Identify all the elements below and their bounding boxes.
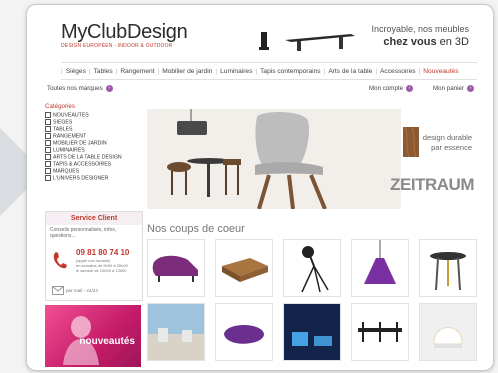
side-table-icon <box>430 252 466 291</box>
bullet-icon <box>45 118 51 125</box>
chevron-right-icon: › <box>406 85 414 92</box>
category-title: Catégories <box>45 103 75 110</box>
chevron-right-icon: › <box>466 85 474 92</box>
brands-dropdown[interactable]: Toutes nos marques › <box>47 85 113 92</box>
site-logo[interactable]: MyClubDesign <box>61 21 188 44</box>
hero-banner[interactable]: design durable par essence ZEITRAUM <box>147 109 477 209</box>
bullet-icon <box>45 174 51 181</box>
category-item[interactable]: NOUVEAUTES <box>45 112 141 119</box>
wood-grain-icon <box>403 127 419 157</box>
bullet-icon <box>45 167 51 174</box>
category-item[interactable]: MOBILIER DE JARDIN <box>45 139 141 147</box>
tripod-lamp-icon <box>301 246 329 293</box>
bench-icon <box>358 322 402 342</box>
category-item[interactable]: MARQUES <box>45 167 141 175</box>
banner-text-2: chez vous en 3D <box>383 36 469 48</box>
customer-service-box: Service Client Conseils personnalisés, i… <box>45 211 143 301</box>
coffee-table-icon <box>222 258 268 282</box>
glow-lamp-icon <box>420 304 476 360</box>
nav-item-accessoires[interactable]: Accessoires <box>377 68 419 75</box>
outdoor-chairs-icon <box>148 304 204 360</box>
service-title: Service Client <box>46 212 142 225</box>
category-item[interactable]: TAPIS & ACCESSOIRES <box>45 160 141 168</box>
zeitraum-furniture-image <box>147 109 401 209</box>
nav-item-mobilier-jardin[interactable]: Mobilier de jardin <box>159 68 215 75</box>
service-description: Conseils personnalisés, infos, questions… <box>50 227 117 239</box>
nav-item-sieges[interactable]: Sièges <box>63 68 89 75</box>
product-thumb-purple-pouf[interactable] <box>215 303 273 361</box>
hero-text-2: par essence <box>431 143 472 152</box>
service-hours: (appel non surtaxé) en semaine de 9h30 à… <box>76 258 128 273</box>
chevron-right-icon: › <box>105 85 113 92</box>
promo-label: nouveautés <box>79 336 135 347</box>
product-thumb-glow-lamp[interactable] <box>419 303 477 361</box>
nav-item-tables[interactable]: Tables <box>91 68 116 75</box>
mail-icon <box>52 286 64 295</box>
favorites-row-2 <box>147 303 477 361</box>
product-thumb-outdoor-chairs[interactable] <box>147 303 205 361</box>
nav-item-nouveautes[interactable]: Nouveautés <box>420 68 461 75</box>
nav-item-luminaires[interactable]: Luminaires <box>217 68 255 75</box>
favorites-row-1 <box>147 239 477 297</box>
nav-item-arts-table[interactable]: Arts de la table <box>325 68 375 75</box>
browser-frame: MyClubDesign DESIGN EUROPÉEN - INDOOR & … <box>26 4 494 371</box>
bullet-icon <box>45 132 51 139</box>
glow-furniture-icon <box>284 304 340 360</box>
site-tagline: DESIGN EUROPÉEN - INDOOR & OUTDOOR <box>61 43 173 49</box>
product-thumb-wood-table[interactable] <box>215 239 273 297</box>
category-item[interactable]: RANGEMENT <box>45 132 141 140</box>
bullet-icon <box>45 160 51 167</box>
category-item[interactable]: LUMINAIRES <box>45 146 141 154</box>
bullet-icon <box>45 146 51 153</box>
account-link[interactable]: Mon compte › <box>369 85 414 92</box>
main-nav: | Sièges | Tables | Rangement | Mobilier… <box>61 62 477 80</box>
hero-brand-panel: design durable par essence ZEITRAUM <box>390 109 477 209</box>
category-item[interactable]: TABLES <box>45 125 141 133</box>
service-mail[interactable]: par mail - 24/24 <box>66 288 98 293</box>
phone-icon <box>53 252 67 269</box>
hero-text-1: design durable <box>422 133 472 142</box>
product-thumb-purple-pendant[interactable] <box>351 239 409 297</box>
service-phone[interactable]: 09 81 80 74 10 <box>76 248 129 257</box>
toolbar: Toutes nos marques › Mon compte › Mon pani… <box>47 85 477 97</box>
category-menu: Catégories NOUVEAUTES SIEGES TABLES RANG… <box>45 103 141 182</box>
cart-link[interactable]: Mon panier › <box>433 85 474 92</box>
product-thumb-tripod-lamp[interactable] <box>283 239 341 297</box>
category-item[interactable]: ARTS DE LA TABLE DESIGN <box>45 153 141 161</box>
nav-item-rangement[interactable]: Rangement <box>117 68 157 75</box>
pendant-lamp-icon <box>364 240 396 284</box>
bullet-icon <box>45 112 51 118</box>
pouf-icon <box>224 325 264 344</box>
sofa-icon <box>152 255 198 282</box>
favorites-title: Nos coups de coeur <box>147 223 245 235</box>
category-item[interactable]: L'UNIVERS DESIGNER <box>45 174 141 182</box>
hero-brand-logo: ZEITRAUM <box>390 175 474 194</box>
bullet-icon <box>45 139 51 146</box>
product-thumb-glow-furniture[interactable] <box>283 303 341 361</box>
bullet-icon <box>45 125 51 132</box>
product-thumb-side-table[interactable] <box>419 239 477 297</box>
furniture-banner-icon <box>259 32 355 51</box>
new-products-promo[interactable]: nouveautés <box>45 305 141 367</box>
product-thumb-bench[interactable] <box>351 303 409 361</box>
header-banner-3d[interactable]: Incroyable, nos meubles chez vous en 3D <box>255 22 477 54</box>
product-thumb-purple-sofa[interactable] <box>147 239 205 297</box>
banner-text-1: Incroyable, nos meubles <box>371 24 469 34</box>
nav-item-tapis[interactable]: Tapis contemporains <box>257 68 323 75</box>
bullet-icon <box>45 153 51 160</box>
category-item[interactable]: SIEGES <box>45 118 141 126</box>
